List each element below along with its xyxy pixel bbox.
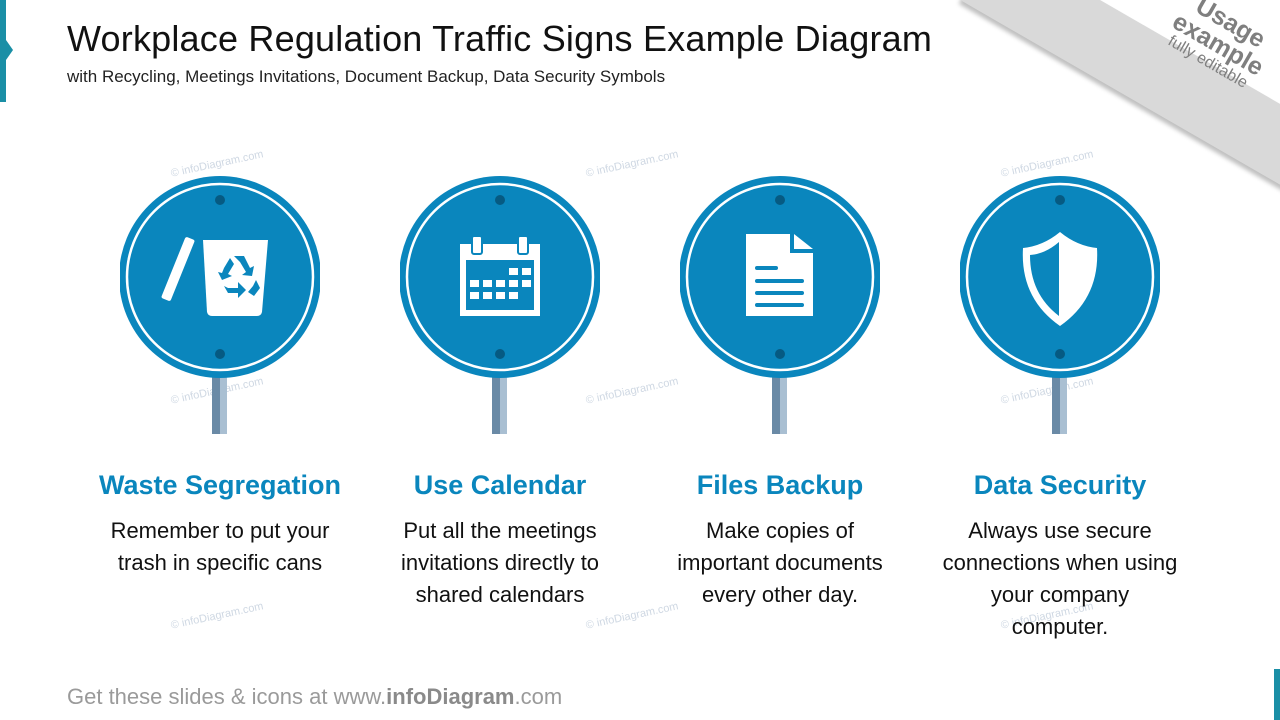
document-icon [746, 234, 813, 316]
left-accent-bar [0, 0, 13, 102]
description-line: connections when using [942, 550, 1178, 575]
bolt-bottom [775, 349, 785, 359]
description-line: Remember to put your [110, 518, 330, 543]
sign-description-waste-segregation: Remember to put your trash in specific c… [80, 515, 360, 579]
sign-title-use-calendar: Use Calendar [413, 470, 587, 500]
description-line: important documents [677, 550, 883, 575]
sign-use-calendar [400, 176, 600, 436]
bolt-bottom [1055, 349, 1065, 359]
bolt-top [215, 195, 225, 205]
description-line: Put all the meetings [403, 518, 597, 543]
footer-prefix: Get these slides & icons at www. [67, 684, 387, 709]
description-line: Make copies of [706, 518, 854, 543]
sign-title-files-backup: Files Backup [696, 470, 864, 500]
sign-description-use-calendar: Put all the meetings invitations directl… [360, 515, 640, 611]
page-title: Workplace Regulation Traffic Signs Examp… [67, 18, 933, 59]
footer-link[interactable]: Get these slides & icons at www.infoDiag… [67, 684, 562, 710]
bolt-bottom [495, 349, 505, 359]
sign-data-security [960, 176, 1160, 436]
sign-files-backup [680, 176, 880, 436]
description-line: every other day. [701, 582, 859, 607]
sign-waste-segregation [120, 176, 320, 436]
right-accent-bar [1274, 669, 1280, 720]
sign-description-data-security: Always use secure connections when using… [920, 515, 1200, 643]
footer-suffix: .com [514, 684, 563, 709]
description-line: trash in specific cans [117, 550, 323, 575]
description-line: Always use secure [968, 518, 1152, 543]
watermark: © infoDiagram.com [584, 148, 680, 180]
watermark: © infoDiagram.com [169, 600, 265, 632]
description-line: your company [990, 582, 1130, 607]
sign-description-files-backup: Make copies of important documents every… [640, 515, 920, 611]
footer-brand: infoDiagram [386, 684, 515, 709]
page-subtitle: with Recycling, Meetings Invitations, Do… [67, 67, 666, 86]
bolt-top [495, 195, 505, 205]
description-line: shared calendars [415, 582, 585, 607]
description-line: computer. [1011, 614, 1109, 639]
sign-title-waste-segregation: Waste Segregation [98, 470, 342, 500]
watermark: © infoDiagram.com [169, 148, 265, 180]
description-line: invitations directly to [400, 550, 600, 575]
bolt-bottom [215, 349, 225, 359]
watermark: © infoDiagram.com [999, 148, 1095, 180]
sign-title-data-security: Data Security [973, 470, 1147, 500]
bolt-top [775, 195, 785, 205]
calendar-icon [460, 235, 540, 316]
bolt-top [1055, 195, 1065, 205]
